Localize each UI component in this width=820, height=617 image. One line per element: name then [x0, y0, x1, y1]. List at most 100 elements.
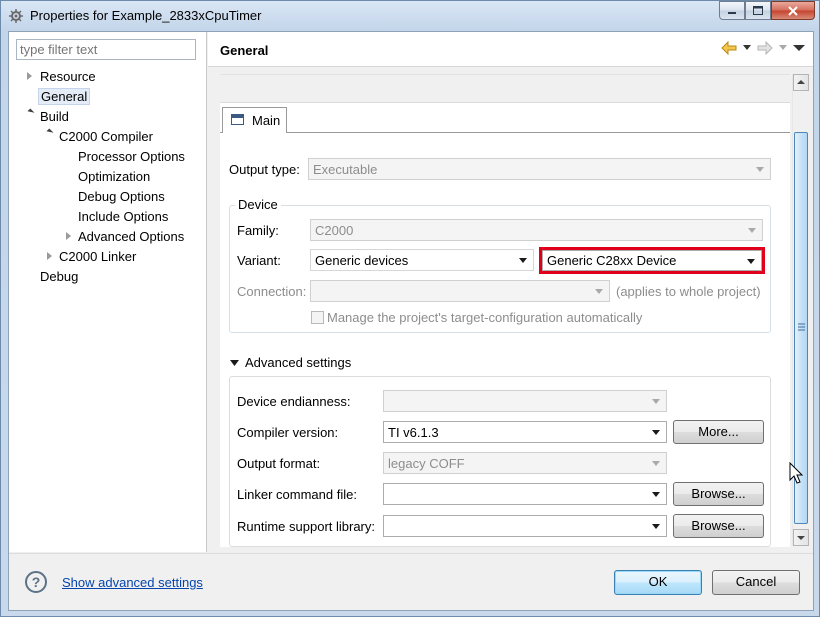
compiler-version-value: TI v6.1.3: [388, 425, 439, 440]
tab-main-icon: [231, 114, 244, 125]
connection-note: (applies to whole project): [616, 284, 761, 299]
manage-config-checkbox: [311, 311, 324, 324]
expand-arrow-icon[interactable]: [27, 72, 32, 80]
tree-item-resource[interactable]: Resource: [40, 67, 96, 86]
dropdown-arrow-icon: [747, 259, 755, 264]
manage-config-label: Manage the project's target-configuratio…: [327, 310, 643, 325]
advanced-settings-label: Advanced settings: [245, 355, 352, 370]
tree-item-label: Include Options: [78, 209, 169, 224]
dropdown-arrow-icon: [748, 228, 756, 233]
expanded-triangle-icon: [230, 360, 239, 366]
back-arrow-icon[interactable]: [721, 41, 737, 55]
dialog-button-bar: ? Show advanced settings OK Cancel: [9, 553, 813, 610]
tree-item-label: C2000 Linker: [59, 249, 137, 264]
minimize-button[interactable]: [719, 1, 745, 20]
dropdown-arrow-icon: [756, 167, 764, 172]
maximize-icon: [753, 6, 763, 15]
app-gear-icon: [9, 9, 23, 23]
tree-item-label: C2000 Compiler: [59, 129, 153, 144]
endianness-select: [383, 390, 667, 412]
tree-item-processor-options[interactable]: Processor Options: [78, 147, 185, 166]
scroll-down-button[interactable]: [793, 529, 809, 546]
maximize-button[interactable]: [745, 1, 771, 20]
browse-runtime-button[interactable]: Browse...: [673, 514, 764, 538]
family-select: C2000: [310, 219, 763, 241]
scroll-down-icon: [797, 536, 805, 540]
tree-item-label: Debug: [40, 269, 79, 284]
tree-item-debug[interactable]: Debug: [40, 267, 78, 286]
ok-button[interactable]: OK: [614, 570, 702, 595]
back-dropdown-icon[interactable]: [743, 45, 751, 51]
history-nav: [721, 41, 805, 55]
variant-select[interactable]: Generic C28xx Device: [539, 247, 765, 274]
runtime-library-select[interactable]: [383, 515, 667, 537]
output-type-label: Output type:: [229, 162, 300, 177]
tree-item-label: Optimization: [78, 169, 151, 184]
dropdown-arrow-icon: [595, 289, 603, 294]
variant-filter-select[interactable]: Generic devices: [310, 249, 534, 271]
properties-page: General Main Output type: Executable Dev…: [208, 32, 813, 552]
endianness-label: Device endianness:: [237, 394, 351, 409]
expand-arrow-icon[interactable]: [66, 232, 71, 240]
close-button[interactable]: [771, 1, 815, 20]
scroll-up-button[interactable]: [793, 74, 809, 91]
window-title: Properties for Example_2833xCpuTimer: [30, 8, 262, 23]
dropdown-arrow-icon: [652, 492, 660, 497]
connection-select: [310, 280, 610, 302]
minimize-icon: [728, 11, 736, 14]
compiler-version-label: Compiler version:: [237, 425, 339, 440]
mouse-cursor-icon: [789, 462, 803, 484]
variant-value: Generic C28xx Device: [547, 253, 677, 268]
cancel-button[interactable]: Cancel: [712, 570, 800, 595]
advanced-settings-toggle[interactable]: Advanced settings: [230, 355, 360, 373]
output-format-select: legacy COFF: [383, 452, 667, 474]
properties-dialog: Properties for Example_2833xCpuTimer Res…: [0, 0, 820, 617]
tree-item-debug-options[interactable]: Debug Options: [78, 187, 165, 206]
collapse-arrow-icon[interactable]: [46, 128, 54, 136]
title-bar[interactable]: Properties for Example_2833xCpuTimer: [1, 1, 819, 31]
close-icon: [788, 5, 798, 16]
tree-item-include-options[interactable]: Include Options: [78, 207, 168, 226]
tree-item-label: Advanced Options: [78, 229, 185, 244]
dropdown-arrow-icon: [652, 461, 660, 466]
compiler-version-select[interactable]: TI v6.1.3: [383, 421, 667, 443]
tab-main[interactable]: Main: [222, 107, 287, 133]
family-label: Family:: [237, 223, 279, 238]
show-advanced-settings-link[interactable]: Show advanced settings: [62, 575, 203, 590]
variant-label: Variant:: [237, 253, 281, 268]
expand-arrow-icon[interactable]: [47, 252, 52, 260]
output-format-label: Output format:: [237, 456, 321, 471]
tree-item-optimization[interactable]: Optimization: [78, 167, 150, 186]
connection-label: Connection:: [237, 284, 307, 299]
dropdown-arrow-icon: [652, 430, 660, 435]
forward-dropdown-icon[interactable]: [779, 45, 787, 51]
tree-item-c2000-compiler[interactable]: C2000 Compiler: [59, 127, 153, 146]
view-menu-icon[interactable]: [793, 44, 805, 52]
tree-item-label: Processor Options: [78, 149, 185, 164]
tree-item-c2000-linker[interactable]: C2000 Linker: [59, 247, 136, 266]
linker-command-file-select[interactable]: [383, 483, 667, 505]
linker-command-file-label: Linker command file:: [237, 487, 357, 502]
browse-linker-button[interactable]: Browse...: [673, 482, 764, 506]
dropdown-arrow-icon: [652, 524, 660, 529]
page-scroll-area: Main Output type: Executable Device Fami…: [220, 74, 790, 547]
dropdown-arrow-icon: [652, 399, 660, 404]
more-button[interactable]: More...: [673, 420, 764, 444]
tree-item-general[interactable]: General: [38, 87, 91, 106]
output-type-value: Executable: [313, 162, 378, 177]
filter-input[interactable]: [16, 39, 196, 60]
runtime-library-label: Runtime support library:: [237, 519, 375, 534]
variant-filter-value: Generic devices: [315, 253, 409, 268]
tree-item-build[interactable]: Build: [40, 107, 69, 126]
forward-arrow-icon[interactable]: [757, 41, 773, 55]
grip-icon: [798, 323, 805, 331]
tab-main-label: Main: [252, 113, 281, 128]
tab-content: Output type: Executable Device Family: C…: [220, 133, 790, 547]
page-top-strip: [220, 75, 790, 103]
collapse-arrow-icon[interactable]: [27, 108, 35, 116]
output-format-value: legacy COFF: [388, 456, 465, 471]
page-header: General: [208, 32, 813, 67]
tree-item-advanced-options[interactable]: Advanced Options: [78, 227, 184, 246]
dropdown-arrow-icon: [519, 258, 527, 263]
help-icon[interactable]: ?: [25, 571, 47, 593]
